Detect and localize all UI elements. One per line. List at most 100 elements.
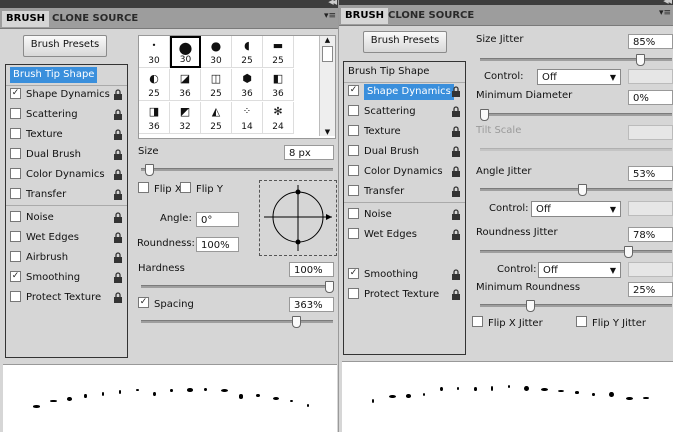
brush-tip-cell[interactable]: ▬ 25 (263, 36, 294, 68)
size-jitter-slider-thumb[interactable] (636, 54, 645, 66)
list-item[interactable]: ✓ Shape Dynamics (10, 87, 110, 103)
brush-tip-cell[interactable]: ⁘ 14 (232, 102, 263, 134)
size-jitter-field[interactable]: 85% (628, 34, 673, 49)
option-checkbox[interactable] (348, 144, 359, 156)
list-item[interactable]: Texture (348, 124, 401, 140)
option-checkbox[interactable]: ✓ (10, 270, 21, 282)
lock-icon[interactable] (450, 289, 462, 301)
brush-tip-cell[interactable]: ⬢ 36 (232, 69, 263, 101)
option-checkbox[interactable] (348, 227, 359, 239)
roundness-jitter-slider-thumb[interactable] (624, 246, 633, 258)
list-item[interactable]: Texture (10, 127, 63, 143)
size-slider-thumb[interactable] (145, 164, 154, 176)
angle-jitter-slider[interactable] (480, 184, 672, 196)
flip-y-jitter-checkbox[interactable]: Flip Y Jitter (576, 316, 646, 329)
brush-tip-cell[interactable]: ● 30 (170, 36, 201, 68)
min-roundness-field[interactable]: 25% (628, 282, 673, 297)
brush-presets-button[interactable]: Brush Presets (23, 35, 107, 57)
size-field[interactable]: 8 px (284, 145, 334, 160)
spacing-checkbox[interactable]: ✓ Spacing (138, 297, 194, 310)
lock-icon[interactable] (112, 272, 124, 284)
flip-x-box[interactable] (138, 182, 149, 193)
option-checkbox[interactable] (10, 210, 21, 222)
lock-icon[interactable] (112, 252, 124, 264)
list-item[interactable]: Noise (348, 207, 392, 223)
option-checkbox[interactable] (10, 230, 21, 242)
brush-tip-cell[interactable]: ◭ 25 (201, 102, 232, 134)
flip-x-jitter-box[interactable] (472, 316, 483, 327)
collapse-icon[interactable]: ◀◀ (328, 0, 337, 6)
hardness-slider[interactable] (141, 281, 334, 293)
option-checkbox[interactable] (10, 147, 21, 159)
min-diameter-slider-thumb[interactable] (480, 109, 489, 121)
brush-tip-cell[interactable]: ◪ 36 (170, 69, 201, 101)
scroll-up-icon[interactable]: ▲ (320, 36, 335, 44)
option-checkbox[interactable]: ✓ (10, 87, 21, 99)
list-item[interactable]: Noise (10, 210, 54, 226)
flip-x-checkbox[interactable]: Flip X (138, 182, 182, 195)
option-checkbox[interactable] (10, 290, 21, 302)
lock-icon[interactable] (450, 166, 462, 178)
lock-icon[interactable] (112, 149, 124, 161)
brush-tip-cell[interactable]: ◫ 25 (201, 69, 232, 101)
brush-tip-cell[interactable]: ◩ 32 (170, 102, 201, 134)
tab-clone-source[interactable]: CLONE SOURCE (384, 8, 478, 24)
flip-y-checkbox[interactable]: Flip Y (180, 182, 223, 195)
list-item[interactable]: Protect Texture (348, 287, 439, 303)
angle-field[interactable]: 0° (196, 212, 239, 227)
list-item[interactable]: Dual Brush (10, 147, 81, 163)
scroll-thumb[interactable] (322, 46, 333, 62)
list-item[interactable]: Brush Tip Shape (10, 67, 98, 83)
list-item[interactable]: Brush Tip Shape (348, 64, 429, 80)
spacing-box[interactable]: ✓ (138, 297, 149, 308)
brush-tip-cell[interactable]: ◨ 36 (139, 102, 170, 134)
size-slider[interactable] (141, 164, 333, 176)
brush-tip-cell[interactable]: ◖ 25 (232, 36, 263, 68)
option-checkbox[interactable] (348, 164, 359, 176)
list-item[interactable]: ✓ Smoothing (10, 270, 80, 286)
option-checkbox[interactable] (348, 124, 359, 136)
list-item[interactable]: Wet Edges (10, 230, 79, 246)
spacing-field[interactable]: 363% (289, 297, 334, 312)
list-item[interactable]: Transfer (348, 184, 404, 200)
lock-icon[interactable] (450, 86, 462, 98)
min-roundness-slider[interactable] (480, 300, 672, 312)
list-item[interactable]: ✓ Smoothing (348, 267, 418, 283)
brush-grid-scrollbar[interactable]: ▲ ▼ (319, 36, 335, 136)
angle-jitter-field[interactable]: 53% (628, 166, 673, 181)
min-roundness-slider-thumb[interactable] (526, 300, 535, 312)
roundness-control-select[interactable]: Off ▼ (538, 262, 621, 278)
lock-icon[interactable] (112, 89, 124, 101)
option-checkbox[interactable] (348, 184, 359, 196)
angle-control-select[interactable]: Off ▼ (531, 201, 621, 217)
lock-icon[interactable] (112, 169, 124, 181)
lock-icon[interactable] (450, 186, 462, 198)
lock-icon[interactable] (112, 129, 124, 141)
lock-icon[interactable] (112, 292, 124, 304)
brush-tip-cell[interactable]: ✻ 24 (263, 102, 294, 134)
option-checkbox[interactable] (10, 107, 21, 119)
list-item[interactable]: Dual Brush (348, 144, 419, 160)
panel-menu-icon[interactable]: ▾≡ (324, 11, 336, 21)
lock-icon[interactable] (450, 209, 462, 221)
lock-icon[interactable] (112, 232, 124, 244)
list-item[interactable]: ✓ Shape Dynamics (348, 84, 454, 100)
lock-icon[interactable] (450, 229, 462, 241)
spacing-slider-thumb[interactable] (292, 316, 301, 328)
option-checkbox[interactable] (10, 250, 21, 262)
list-item[interactable]: Scattering (10, 107, 78, 123)
lock-icon[interactable] (112, 109, 124, 121)
list-item[interactable]: Transfer (10, 187, 66, 203)
lock-icon[interactable] (112, 212, 124, 224)
list-item[interactable]: Color Dynamics (10, 167, 105, 183)
flip-y-box[interactable] (180, 182, 191, 193)
list-item[interactable]: Protect Texture (10, 290, 101, 306)
brush-tip-cell[interactable]: ◐ 25 (139, 69, 170, 101)
lock-icon[interactable] (450, 269, 462, 281)
size-jitter-slider[interactable] (480, 54, 672, 66)
brush-tip-cell[interactable]: • 30 (139, 36, 170, 68)
tab-brush[interactable]: BRUSH (2, 11, 50, 27)
tab-brush[interactable]: BRUSH (341, 8, 389, 24)
flip-x-jitter-checkbox[interactable]: Flip X Jitter (472, 316, 543, 329)
option-checkbox[interactable]: ✓ (348, 84, 359, 96)
